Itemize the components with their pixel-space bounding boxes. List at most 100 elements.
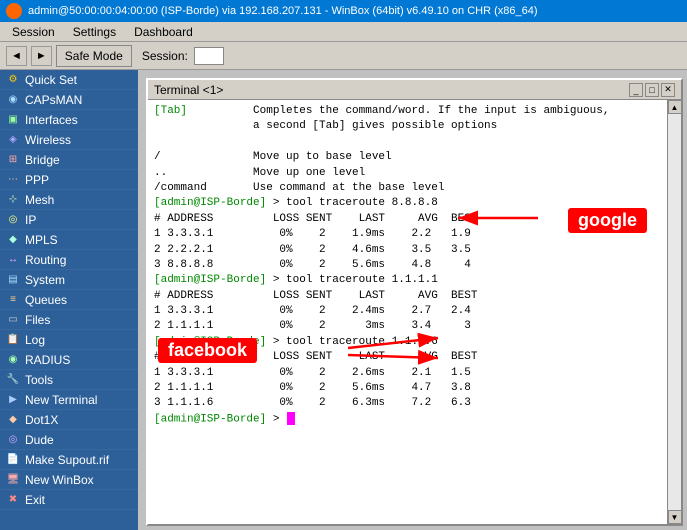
radius-icon: ◉	[6, 353, 20, 367]
terminal-titlebar: Terminal <1> _ □ ✕	[148, 80, 681, 100]
app-icon	[6, 3, 22, 19]
sidebar-label-interfaces: Interfaces	[25, 113, 78, 127]
newwinbox-icon: 🖥	[6, 473, 20, 487]
toolbar: ◄ ► Safe Mode Session:	[0, 42, 687, 70]
terminal-controls: _ □ ✕	[629, 83, 675, 97]
help-line-blank	[154, 135, 661, 150]
trace2-header: # ADDRESS LOSS SENT LAST AVG BEST	[154, 289, 661, 304]
trace3-row1: 1 3.3.3.1 0% 2 2.6ms 2.1 1.5	[154, 366, 661, 381]
trace2-prompt: [admin@ISP-Borde] > tool traceroute 1.1.…	[154, 273, 661, 288]
wireless-icon: ◈	[6, 133, 20, 147]
sidebar-item-ip[interactable]: ◎ IP	[0, 210, 138, 230]
dot1x-icon: ◆	[6, 413, 20, 427]
facebook-annotation: facebook	[158, 338, 257, 363]
sidebar-label-mesh: Mesh	[25, 193, 54, 207]
system-icon: ▤	[6, 273, 20, 287]
sidebar-label-tools: Tools	[25, 373, 53, 387]
sidebar-item-dot1x[interactable]: ◆ Dot1X	[0, 410, 138, 430]
sidebar-label-files: Files	[25, 313, 50, 327]
trace3-row2: 2 1.1.1.1 0% 2 5.6ms 4.7 3.8	[154, 381, 661, 396]
log-icon: 📋	[6, 333, 20, 347]
sidebar-item-mpls[interactable]: ◆ MPLS	[0, 230, 138, 250]
forward-button[interactable]: ►	[31, 46, 52, 66]
ppp-icon: ⋯	[6, 173, 20, 187]
sidebar-item-wireless[interactable]: ◈ Wireless	[0, 130, 138, 150]
sidebar-label-ip: IP	[25, 213, 36, 227]
sidebar-item-bridge[interactable]: ⊞ Bridge	[0, 150, 138, 170]
mpls-icon: ◆	[6, 233, 20, 247]
sidebar-item-supout[interactable]: 📄 Make Supout.rif	[0, 450, 138, 470]
menu-session[interactable]: Session	[4, 24, 63, 40]
terminal-close-button[interactable]: ✕	[661, 83, 675, 97]
trace3-row3: 3 1.1.1.6 0% 2 6.3ms 7.2 6.3	[154, 396, 661, 411]
files-icon: ▭	[6, 313, 20, 327]
sidebar-item-files[interactable]: ▭ Files	[0, 310, 138, 330]
sidebar-item-capsman[interactable]: ◉ CAPsMAN	[0, 90, 138, 110]
sidebar-label-log: Log	[25, 333, 45, 347]
routing-icon: ↔	[6, 253, 20, 267]
terminal-scrollbar[interactable]: ▲ ▼	[667, 100, 681, 524]
back-button[interactable]: ◄	[6, 46, 27, 66]
google-annotation: google	[568, 208, 647, 233]
exit-icon: ✖	[6, 493, 20, 507]
terminal-minimize-button[interactable]: _	[629, 83, 643, 97]
sidebar-label-routing: Routing	[25, 253, 66, 267]
bridge-icon: ⊞	[6, 153, 20, 167]
sidebar-item-exit[interactable]: ✖ Exit	[0, 490, 138, 510]
scrollbar-track[interactable]	[668, 114, 681, 510]
sidebar-label-dude: Dude	[25, 433, 54, 447]
sidebar-item-log[interactable]: 📋 Log	[0, 330, 138, 350]
dude-icon: ◎	[6, 433, 20, 447]
sidebar-label-newterminal: New Terminal	[25, 393, 97, 407]
sidebar-item-newwinbox[interactable]: 🖥 New WinBox	[0, 470, 138, 490]
sidebar-item-mesh[interactable]: ⊹ Mesh	[0, 190, 138, 210]
queues-icon: ≡	[6, 293, 20, 307]
help-line-command: /command Use command at the base level	[154, 181, 661, 196]
trace2-row1: 1 3.3.3.1 0% 2 2.4ms 2.7 2.4	[154, 304, 661, 319]
trace1-row3: 3 8.8.8.8 0% 2 5.6ms 4.8 4	[154, 258, 661, 273]
sidebar-item-queues[interactable]: ≡ Queues	[0, 290, 138, 310]
final-prompt-line: [admin@ISP-Borde] >	[154, 412, 661, 428]
sidebar-label-radius: RADIUS	[25, 353, 70, 367]
help-line-dotdot: .. Move up one level	[154, 166, 661, 181]
trace2-row2: 2 1.1.1.1 0% 2 3ms 3.4 3	[154, 319, 661, 334]
sidebar-label-quickset: Quick Set	[25, 73, 77, 87]
terminal-content: [Tab] Completes the command/word. If the…	[148, 100, 681, 524]
sidebar-item-routing[interactable]: ↔ Routing	[0, 250, 138, 270]
supout-icon: 📄	[6, 453, 20, 467]
ip-icon: ◎	[6, 213, 20, 227]
trace1-row2: 2 2.2.2.1 0% 2 4.6ms 3.5 3.5	[154, 243, 661, 258]
sidebar-label-system: System	[25, 273, 65, 287]
sidebar-item-system[interactable]: ▤ System	[0, 270, 138, 290]
sidebar-label-wireless: Wireless	[25, 133, 71, 147]
menu-bar: Session Settings Dashboard	[0, 22, 687, 42]
terminal-body[interactable]: [Tab] Completes the command/word. If the…	[148, 100, 667, 524]
sidebar-label-bridge: Bridge	[25, 153, 60, 167]
help-line-tab2: a second [Tab] gives possible options	[154, 119, 661, 134]
menu-dashboard[interactable]: Dashboard	[126, 24, 201, 40]
sidebar-label-dot1x: Dot1X	[25, 413, 58, 427]
sidebar-item-interfaces[interactable]: ▣ Interfaces	[0, 110, 138, 130]
session-input[interactable]	[194, 47, 224, 65]
safe-mode-button[interactable]: Safe Mode	[56, 45, 132, 67]
interfaces-icon: ▣	[6, 113, 20, 127]
terminal-cursor	[287, 412, 295, 425]
sidebar-item-newterminal[interactable]: ▶ New Terminal	[0, 390, 138, 410]
content-area: Terminal <1> _ □ ✕ [Tab] Completes the c…	[138, 70, 687, 530]
terminal-title: Terminal <1>	[154, 83, 223, 97]
sidebar-label-newwinbox: New WinBox	[25, 473, 94, 487]
menu-settings[interactable]: Settings	[65, 24, 124, 40]
sidebar-item-ppp[interactable]: ⋯ PPP	[0, 170, 138, 190]
title-bar: admin@50:00:00:04:00:00 (ISP-Borde) via …	[0, 0, 687, 22]
sidebar-item-radius[interactable]: ◉ RADIUS	[0, 350, 138, 370]
scrollbar-down-button[interactable]: ▼	[668, 510, 682, 524]
sidebar-label-ppp: PPP	[25, 173, 49, 187]
sidebar-item-dude[interactable]: ◎ Dude	[0, 430, 138, 450]
terminal-maximize-button[interactable]: □	[645, 83, 659, 97]
sidebar-label-supout: Make Supout.rif	[25, 453, 109, 467]
title-text: admin@50:00:00:04:00:00 (ISP-Borde) via …	[28, 5, 538, 17]
sidebar-label-exit: Exit	[25, 493, 45, 507]
sidebar-item-quickset[interactable]: ⚙ Quick Set	[0, 70, 138, 90]
sidebar-item-tools[interactable]: 🔧 Tools	[0, 370, 138, 390]
scrollbar-up-button[interactable]: ▲	[668, 100, 682, 114]
